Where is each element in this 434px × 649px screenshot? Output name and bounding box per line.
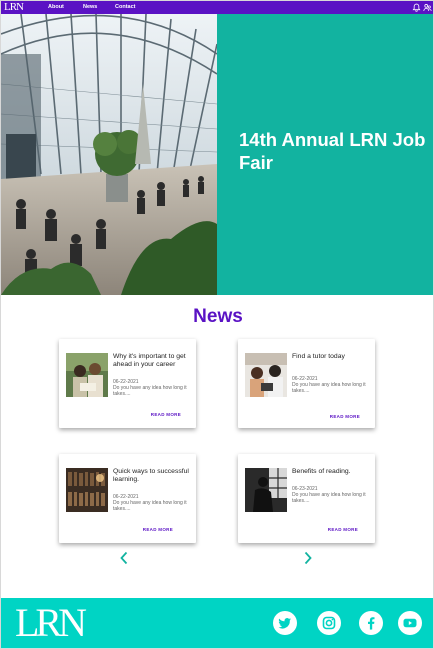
users-icon[interactable] — [423, 3, 432, 12]
card-excerpt: Do you have any idea how long it takes..… — [292, 492, 366, 504]
nav-logo[interactable]: LRN — [4, 1, 24, 14]
card-image-library — [66, 468, 108, 512]
card-title[interactable]: Why it's important to get ahead in your … — [113, 353, 191, 369]
card-image-students — [66, 353, 108, 397]
read-more-link[interactable]: READ MORE — [328, 527, 358, 532]
chevron-left-icon[interactable] — [119, 551, 129, 565]
youtube-icon[interactable] — [398, 611, 422, 635]
hero-title-panel: 14th Annual LRN Job Fair — [217, 14, 433, 295]
read-more-link[interactable]: READ MORE — [143, 527, 173, 532]
card-excerpt: Do you have any idea how long it takes..… — [113, 385, 187, 397]
card-title[interactable]: Benefits of reading. — [292, 468, 370, 476]
bell-icon[interactable] — [412, 3, 421, 12]
hero-section: 14th Annual LRN Job Fair — [1, 14, 433, 295]
card-image-tutor — [245, 353, 287, 397]
hero-image — [1, 14, 217, 295]
news-card[interactable]: Benefits of reading. 06-23-2021 Do you h… — [238, 454, 375, 543]
footer: LRN — [1, 598, 433, 648]
read-more-link[interactable]: READ MORE — [151, 412, 181, 417]
nav-link-news[interactable]: News — [83, 1, 97, 14]
card-excerpt: Do you have any idea how long it takes..… — [113, 500, 187, 512]
card-excerpt: Do you have any idea how long it takes..… — [292, 382, 366, 394]
top-nav: LRN About News Contact — [1, 1, 433, 14]
nav-link-contact[interactable]: Contact — [115, 1, 135, 14]
nav-link-about[interactable]: About — [48, 1, 64, 14]
news-card[interactable]: Why it's important to get ahead in your … — [59, 339, 196, 428]
news-heading: News — [193, 306, 243, 327]
atrium-photo — [1, 14, 217, 295]
footer-logo[interactable]: LRN — [15, 600, 87, 646]
card-image-silhouette — [245, 468, 287, 512]
card-title[interactable]: Quick ways to successful learning. — [113, 468, 191, 484]
instagram-icon[interactable] — [317, 611, 341, 635]
read-more-link[interactable]: READ MORE — [330, 414, 360, 419]
chevron-right-icon[interactable] — [303, 551, 313, 565]
facebook-icon[interactable] — [359, 611, 383, 635]
twitter-icon[interactable] — [273, 611, 297, 635]
hero-title: 14th Annual LRN Job Fair — [239, 129, 426, 173]
card-title[interactable]: Find a tutor today — [292, 353, 370, 361]
page: LRN About News Contact 14th Annual LRN J… — [0, 0, 434, 649]
news-card[interactable]: Quick ways to successful learning. 06-22… — [59, 454, 196, 543]
news-card[interactable]: Find a tutor today 06-22-2021 Do you hav… — [238, 339, 375, 428]
